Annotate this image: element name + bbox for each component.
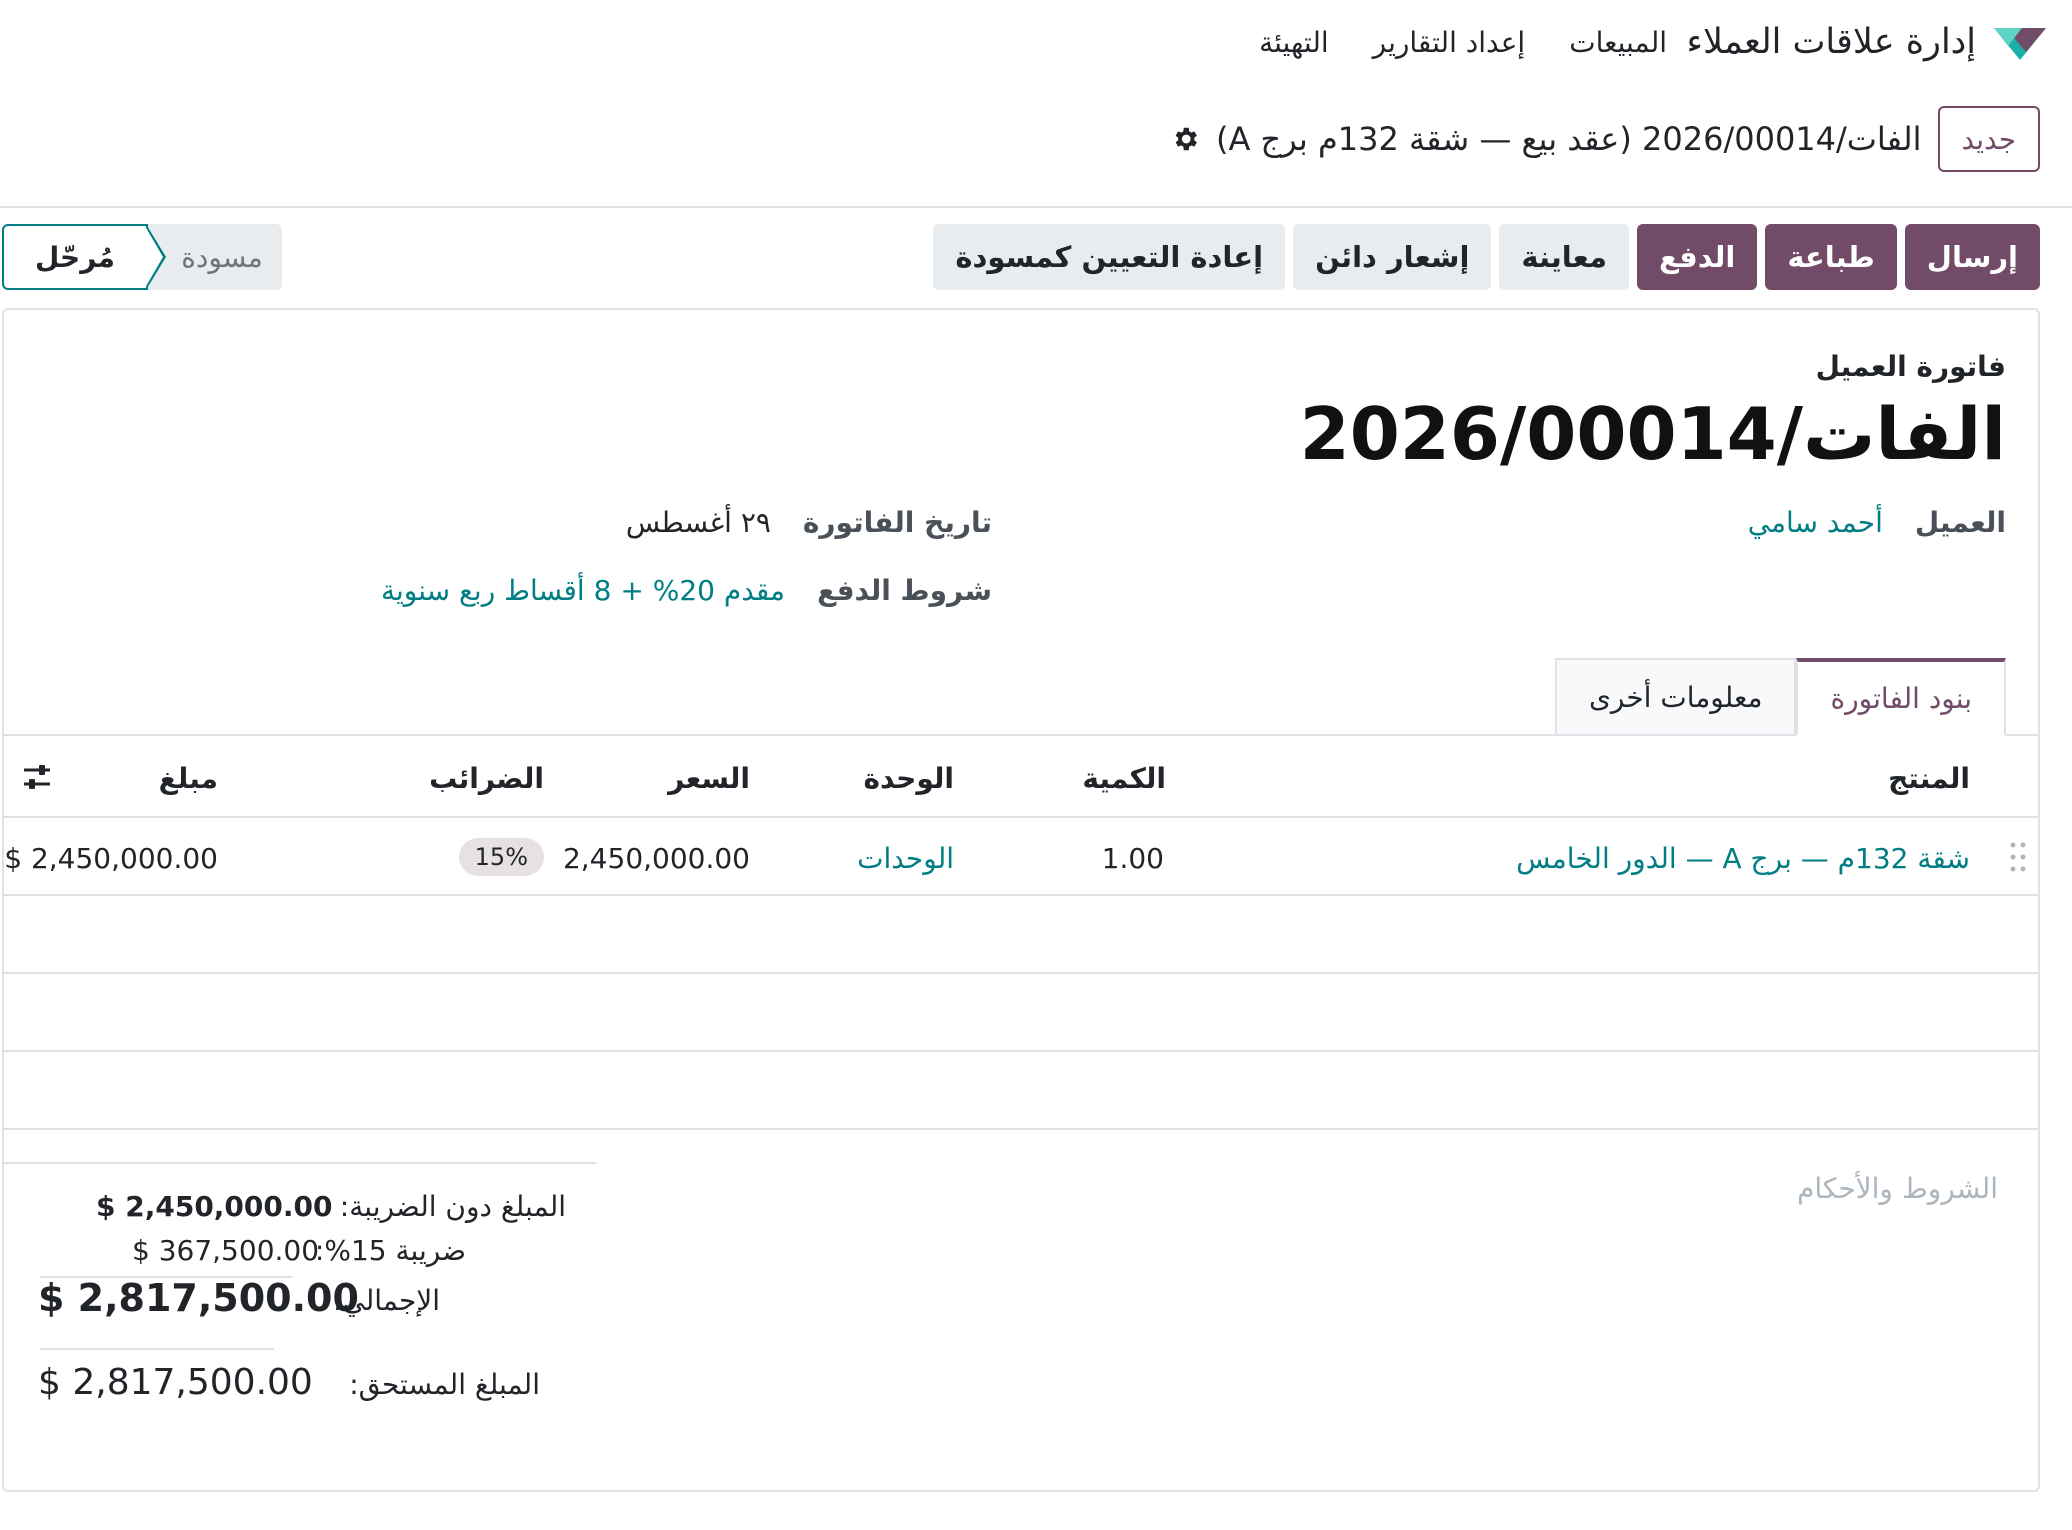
lines-table-header: المنتج الكمية الوحدة السعر الضرائب مبلغ	[4, 736, 2038, 818]
main-menu: المبيعات إعداد التقارير التهيئة	[1259, 26, 1667, 59]
gear-icon[interactable]	[1170, 124, 1200, 154]
invoice-date-field: تاريخ الفاتورة ٢٩ أغسطس	[626, 506, 992, 539]
untaxed-amount-value: $ 2,450,000.00	[96, 1190, 333, 1223]
status-draft[interactable]: مسودة	[148, 224, 282, 290]
total-value: $ 2,817,500.00	[38, 1276, 359, 1320]
menu-item-configuration[interactable]: التهيئة	[1259, 26, 1329, 59]
customer-link[interactable]: أحمد سامي	[1748, 506, 1883, 539]
action-buttons: إرسال طباعة الدفع معاينة إشعار دائن إعاد…	[933, 224, 2040, 290]
terms-and-conditions-input[interactable]: الشروط والأحكام	[1797, 1172, 1998, 1205]
line-tax-badge[interactable]: 15%	[458, 838, 544, 876]
invoice-date-value[interactable]: ٢٩ أغسطس	[626, 506, 771, 539]
new-button[interactable]: جديد	[1937, 106, 2040, 172]
send-button[interactable]: إرسال	[1904, 224, 2040, 290]
untaxed-amount-label: المبلغ دون الضريبة:	[339, 1190, 566, 1223]
status-bar: مُرحّل مسودة	[2, 224, 282, 290]
app-name: إدارة علاقات العملاء	[1686, 22, 1977, 62]
invoice-sheet: فاتورة العميل الفات/2026/00014 العميل أح…	[2, 308, 2040, 1492]
status-posted[interactable]: مُرحّل	[2, 224, 166, 290]
reset-to-draft-button[interactable]: إعادة التعيين كمسودة	[933, 224, 1286, 290]
customer-field: العميل أحمد سامي	[1748, 506, 2006, 539]
app-logo-icon	[1994, 28, 2046, 60]
app-brand[interactable]: إدارة علاقات العملاء	[1687, 20, 2049, 64]
amount-due-label: المبلغ المستحق:	[349, 1368, 540, 1401]
document-type-label: فاتورة العميل	[1815, 350, 2006, 383]
header-taxes[interactable]: الضرائب	[429, 762, 544, 795]
menu-item-sales[interactable]: المبيعات	[1569, 26, 1667, 59]
breadcrumb: جديد الفات/2026/00014 (عقد بيع — شقة 132…	[1170, 106, 2040, 172]
menu-item-reporting[interactable]: إعداد التقارير	[1373, 26, 1526, 59]
drag-handle-icon[interactable]	[2008, 840, 2028, 874]
header-product[interactable]: المنتج	[1888, 762, 1970, 795]
top-navbar: إدارة علاقات العملاء المبيعات إعداد التق…	[0, 0, 2072, 96]
pay-button[interactable]: الدفع	[1636, 224, 1758, 290]
tab-other-info[interactable]: معلومات أخرى	[1554, 658, 1797, 736]
header-unit[interactable]: الوحدة	[863, 762, 954, 795]
record-title: الفات/2026/00014 (عقد بيع — شقة 132م برج…	[1216, 120, 1922, 158]
table-row[interactable]: شقة 132م — برج A — الدور الخامس 1.00 الو…	[4, 818, 2038, 896]
line-product[interactable]: شقة 132م — برج A — الدور الخامس	[1516, 842, 1970, 875]
line-price[interactable]: 2,450,000.00	[563, 842, 750, 875]
empty-row[interactable]	[4, 896, 2038, 974]
customer-label: العميل	[1914, 506, 2006, 539]
empty-row[interactable]	[4, 974, 2038, 1052]
amount-due-separator	[40, 1348, 274, 1350]
tab-invoice-lines[interactable]: بنود الفاتورة	[1796, 658, 2006, 736]
tax-label: ضريبة 15%:	[314, 1234, 466, 1267]
header-amount[interactable]: مبلغ	[159, 762, 218, 795]
payment-terms-label: شروط الدفع	[817, 574, 992, 607]
empty-row[interactable]	[4, 1052, 2038, 1130]
tax-value: $ 367,500.00	[132, 1234, 320, 1267]
line-quantity[interactable]: 1.00	[1102, 842, 1164, 875]
amount-due-value: $ 2,817,500.00	[38, 1362, 313, 1403]
line-amount: $ 2,450,000.00	[4, 842, 218, 875]
invoice-number: الفات/2026/00014	[1299, 392, 2006, 476]
header-price[interactable]: السعر	[668, 762, 750, 795]
payment-terms-field: شروط الدفع مقدم 20% + 8 أقساط ربع سنوية	[381, 574, 992, 607]
header-quantity[interactable]: الكمية	[1082, 762, 1166, 795]
totals-top-border	[4, 1162, 596, 1164]
header-divider	[0, 206, 2072, 208]
line-unit[interactable]: الوحدات	[857, 842, 954, 875]
preview-button[interactable]: معاينة	[1499, 224, 1629, 290]
column-settings-icon[interactable]	[22, 762, 52, 792]
credit-note-button[interactable]: إشعار دائن	[1293, 224, 1492, 290]
print-button[interactable]: طباعة	[1765, 224, 1897, 290]
invoice-date-label: تاريخ الفاتورة	[802, 506, 992, 539]
payment-terms-value[interactable]: مقدم 20% + 8 أقساط ربع سنوية	[381, 574, 785, 607]
notebook-tabs: بنود الفاتورة معلومات أخرى	[1554, 658, 2006, 736]
